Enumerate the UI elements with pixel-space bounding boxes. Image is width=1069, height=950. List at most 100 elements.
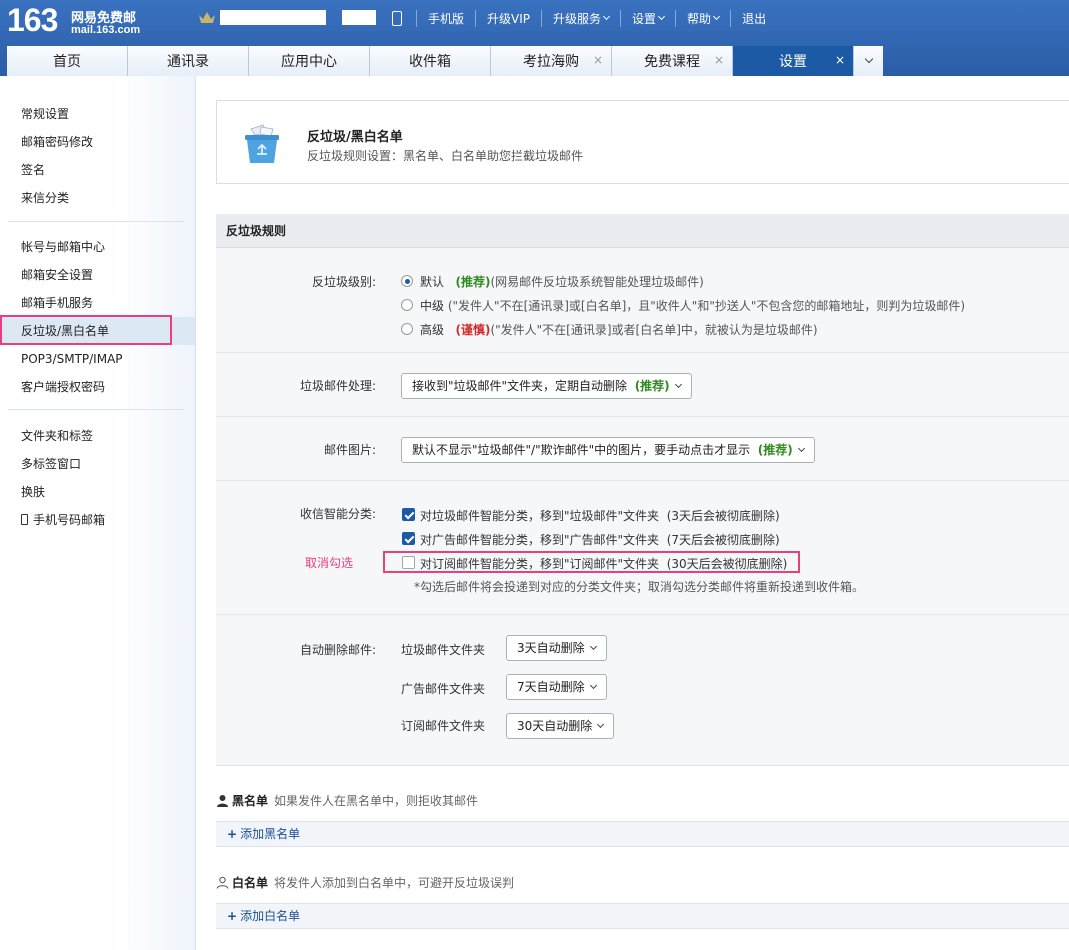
row-divider xyxy=(216,614,1069,615)
mobile-icon xyxy=(21,514,28,525)
nav-label: 退出 xyxy=(742,11,767,26)
tab-inbox[interactable]: 收件箱 xyxy=(370,46,491,76)
select-value: 默认不显示"垃圾邮件"/"欺诈邮件"中的图片，要手动点击才显示 xyxy=(412,443,751,457)
smart-sort-hint: *勾选后邮件将会投递到对应的分类文件夹；取消勾选分类邮件将重新投递到收件箱。 xyxy=(414,580,865,594)
tab-apps[interactable]: 应用中心 xyxy=(249,46,370,76)
smart-sort-label: 收信智能分类: xyxy=(299,507,376,521)
tab-label: 免费课程 xyxy=(644,54,700,70)
nav-mobile[interactable]: 手机版 xyxy=(416,9,475,27)
whitelist-desc: 将发件人添加到白名单中，可避开反垃圾误判 xyxy=(274,876,515,890)
spam-handling-label: 垃圾邮件处理: xyxy=(299,379,376,393)
chevron-down-icon xyxy=(589,681,597,690)
spam-autodelete-select[interactable]: 3天自动删除 xyxy=(506,635,607,661)
recommend-tag: (推荐) xyxy=(455,275,491,289)
folder-subscription-label: 订阅邮件文件夹 xyxy=(401,719,486,733)
page-title: 反垃圾/黑白名单 xyxy=(307,130,403,145)
row-divider xyxy=(216,416,1069,417)
close-icon[interactable]: × xyxy=(714,53,724,67)
plus-icon: + xyxy=(227,909,238,923)
add-blacklist-button[interactable]: + 添加黑名单 xyxy=(216,821,1069,847)
whitelist-title: 白名单 xyxy=(232,876,269,890)
close-icon[interactable]: × xyxy=(835,53,845,67)
sidebar-item-signature[interactable]: 签名 xyxy=(0,156,195,184)
option-note: (3天后会被彻底删除) xyxy=(666,509,780,523)
chevron-down-icon xyxy=(674,380,682,389)
option-level-medium[interactable]: 中级 ("发件人"不在[通讯录]或[白名单]，且"收件人"和"抄送人"不包含您的… xyxy=(420,297,965,314)
option-desc: ("发件人"不在[通讯录]或者[白名单]中，就被认为是垃圾邮件) xyxy=(490,323,818,337)
sidebar-divider xyxy=(8,221,184,222)
sidebar-item-pop3[interactable]: POP3/SMTP/IMAP xyxy=(0,345,195,373)
sidebar-item-account-center[interactable]: 帐号与邮箱中心 xyxy=(0,233,195,261)
folder-ad-label: 广告邮件文件夹 xyxy=(401,682,486,696)
tab-settings[interactable]: 设置 × xyxy=(733,46,854,76)
caution-tag: (谨慎) xyxy=(455,323,491,337)
top-header: 163 网易免费邮 mail.163.com 手机版 升级VIP 升级服务 设置… xyxy=(0,0,1069,76)
sidebar-item-phone-mailbox[interactable]: 手机号码邮箱 xyxy=(0,506,195,534)
option-level-high[interactable]: 高级 (谨慎)("发件人"不在[通讯录]或者[白名单]中，就被认为是垃圾邮件) xyxy=(420,321,818,338)
checkbox-ad-sort[interactable] xyxy=(402,532,415,545)
select-value: 3天自动删除 xyxy=(517,641,585,655)
subscription-autodelete-select[interactable]: 30天自动删除 xyxy=(506,713,615,739)
sidebar-item-folders[interactable]: 文件夹和标签 xyxy=(0,422,195,450)
nav-logout[interactable]: 退出 xyxy=(730,9,777,27)
sidebar-item-multitab[interactable]: 多标签窗口 xyxy=(0,450,195,478)
tab-kaola[interactable]: 考拉海购 × xyxy=(491,46,612,76)
settings-sidebar: 常规设置 邮箱密码修改 签名 来信分类 帐号与邮箱中心 邮箱安全设置 邮箱手机服… xyxy=(0,76,196,950)
add-whitelist-button[interactable]: + 添加白名单 xyxy=(216,903,1069,929)
logo-url[interactable]: mail.163.com xyxy=(71,24,140,36)
images-select[interactable]: 默认不显示"垃圾邮件"/"欺诈邮件"中的图片，要手动点击才显示 (推荐) xyxy=(401,437,815,463)
row-divider xyxy=(216,480,1069,481)
option-spam-sort[interactable]: 对垃圾邮件智能分类，移到"垃圾邮件"文件夹 (3天后会被彻底删除) xyxy=(420,507,780,524)
nav-settings[interactable]: 设置 xyxy=(620,9,675,27)
tab-label: 通讯录 xyxy=(167,54,209,70)
tab-contacts[interactable]: 通讯录 xyxy=(128,46,249,76)
chevron-down-icon xyxy=(713,12,721,21)
level-label: 反垃圾级别: xyxy=(311,275,376,289)
sidebar-item-security[interactable]: 邮箱安全设置 xyxy=(0,261,195,289)
section-heading: 反垃圾规则 xyxy=(216,214,1069,248)
crown-icon[interactable] xyxy=(198,11,216,25)
select-value: 接收到"垃圾邮件"文件夹，定期自动删除 xyxy=(412,379,628,393)
sidebar-item-sorting[interactable]: 来信分类 xyxy=(0,184,195,212)
option-text: 对广告邮件智能分类，移到"广告邮件"文件夹 xyxy=(420,533,660,547)
radio-level-medium[interactable] xyxy=(401,299,413,311)
mobile-icon[interactable] xyxy=(392,10,402,26)
option-level-default[interactable]: 默认 (推荐)(网易邮件反垃圾系统智能处理垃圾邮件) xyxy=(420,273,704,290)
person-outline-icon xyxy=(216,876,229,889)
radio-level-default[interactable] xyxy=(401,275,413,287)
radio-level-high[interactable] xyxy=(401,323,413,335)
tab-courses[interactable]: 免费课程 × xyxy=(612,46,733,76)
spam-handling-select[interactable]: 接收到"垃圾邮件"文件夹，定期自动删除 (推荐) xyxy=(401,373,692,399)
person-icon xyxy=(217,795,228,807)
blacklist-desc: 如果发件人在黑名单中，则拒收其邮件 xyxy=(274,794,479,808)
blacklist-header: 黑名单 如果发件人在黑名单中，则拒收其邮件 xyxy=(216,792,478,809)
recycle-bin-icon xyxy=(245,124,279,163)
highlight-box-subscription xyxy=(383,551,800,573)
row-divider xyxy=(216,352,1069,353)
logo-number[interactable]: 163 xyxy=(7,2,58,39)
sidebar-divider xyxy=(8,409,184,410)
plus-icon: + xyxy=(227,827,238,841)
sidebar-item-general[interactable]: 常规设置 xyxy=(0,100,195,128)
chevron-down-icon xyxy=(589,642,597,651)
option-note: (7天后会被彻底删除) xyxy=(666,533,780,547)
option-text: 对垃圾邮件智能分类，移到"垃圾邮件"文件夹 xyxy=(420,509,660,523)
tab-home[interactable]: 首页 xyxy=(7,46,128,76)
sidebar-item-phone-service[interactable]: 邮箱手机服务 xyxy=(0,289,195,317)
checkbox-spam-sort[interactable] xyxy=(402,508,415,521)
sidebar-item-client-auth[interactable]: 客户端授权密码 xyxy=(0,373,195,401)
add-blacklist-label: 添加黑名单 xyxy=(240,827,301,841)
tab-more-button[interactable] xyxy=(854,46,883,76)
nav-upgrade-service[interactable]: 升级服务 xyxy=(541,9,620,27)
account-masked xyxy=(220,10,326,25)
close-icon[interactable]: × xyxy=(593,53,603,67)
nav-upgrade-vip[interactable]: 升级VIP xyxy=(475,9,541,27)
sidebar-item-password[interactable]: 邮箱密码修改 xyxy=(0,128,195,156)
option-name: 默认 xyxy=(420,275,445,289)
nav-help[interactable]: 帮助 xyxy=(675,9,730,27)
option-ad-sort[interactable]: 对广告邮件智能分类，移到"广告邮件"文件夹 (7天后会被彻底删除) xyxy=(420,531,780,548)
ad-autodelete-select[interactable]: 7天自动删除 xyxy=(506,674,607,700)
nav-label: 设置 xyxy=(632,11,657,26)
highlight-box-sidebar xyxy=(0,315,172,345)
sidebar-item-skin[interactable]: 换肤 xyxy=(0,478,195,506)
